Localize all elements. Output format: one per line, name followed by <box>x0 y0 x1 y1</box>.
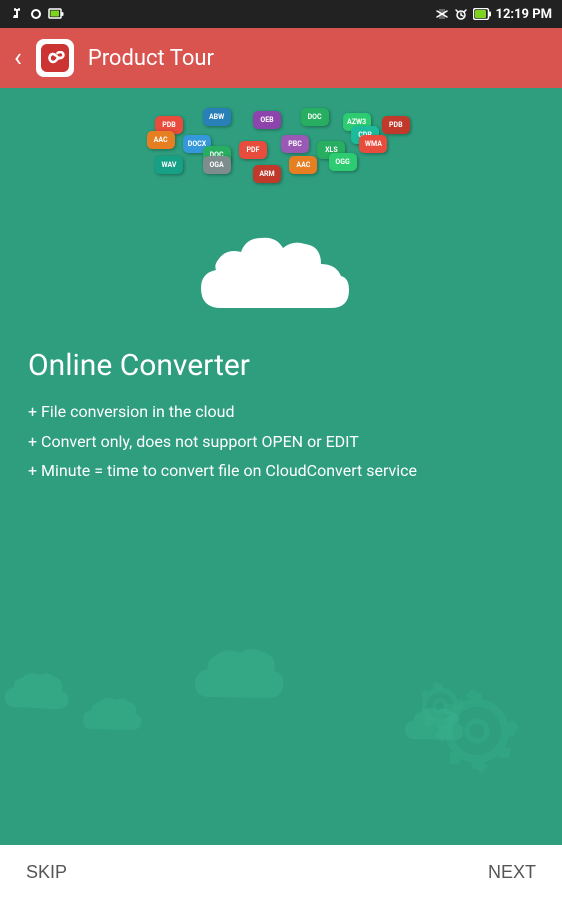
status-bar: 12:19 PM <box>0 0 562 28</box>
back-button[interactable]: ‹ <box>14 45 22 71</box>
status-icons-right: 12:19 PM <box>435 7 553 22</box>
file-format-badge: PDB <box>382 116 410 134</box>
gear-decoration <box>422 676 542 790</box>
sync-icon <box>29 7 43 21</box>
feature-item: + File conversion in the cloud <box>28 399 534 425</box>
cloud-illustration <box>181 218 381 328</box>
file-format-badge: DOC <box>301 108 329 126</box>
file-format-badge: PDF <box>239 141 267 159</box>
feature-item: + Minute = time to convert file on Cloud… <box>28 458 534 484</box>
file-format-badge: OGA <box>203 156 231 174</box>
bottom-bar: SKIP NEXT <box>0 845 562 900</box>
illustration: PDBABWOEBDOCAZW3PDBAACDOCXCDRDOCPDFPBCXL… <box>28 108 534 328</box>
app-icon <box>36 39 74 77</box>
content-heading: Online Converter <box>28 348 534 383</box>
app-icon-inner <box>41 44 69 72</box>
file-format-badge: AAC <box>289 156 317 174</box>
main-content: PDBABWOEBDOCAZW3PDBAACDOCXCDRDOCPDFPBCXL… <box>0 88 562 845</box>
skip-button[interactable]: SKIP <box>22 854 71 891</box>
usb-icon <box>10 7 24 21</box>
feature-list: + File conversion in the cloud + Convert … <box>28 399 534 484</box>
file-format-badge: ARM <box>253 165 281 183</box>
status-time: 12:19 PM <box>496 7 553 22</box>
toolbar-title: Product Tour <box>88 46 214 71</box>
alarm-icon <box>454 7 468 21</box>
toolbar: ‹ Product Tour <box>0 28 562 88</box>
next-button[interactable]: NEXT <box>484 854 540 891</box>
file-format-badge: WMA <box>359 135 387 153</box>
file-format-badge: WAV <box>155 156 183 174</box>
file-format-badge: PBC <box>281 135 309 153</box>
status-icons-left <box>10 7 64 21</box>
file-format-badge: OGG <box>329 153 357 171</box>
file-format-badge: ABW <box>203 108 231 126</box>
gears-icon <box>422 676 542 786</box>
file-format-badge: AAC <box>147 131 175 149</box>
battery-status-icon <box>48 7 64 21</box>
battery-full-icon <box>473 8 491 20</box>
mute-icon <box>435 7 449 21</box>
file-format-badge: OEB <box>253 111 281 129</box>
infinity-icon <box>44 51 66 65</box>
feature-item: + Convert only, does not support OPEN or… <box>28 429 534 455</box>
